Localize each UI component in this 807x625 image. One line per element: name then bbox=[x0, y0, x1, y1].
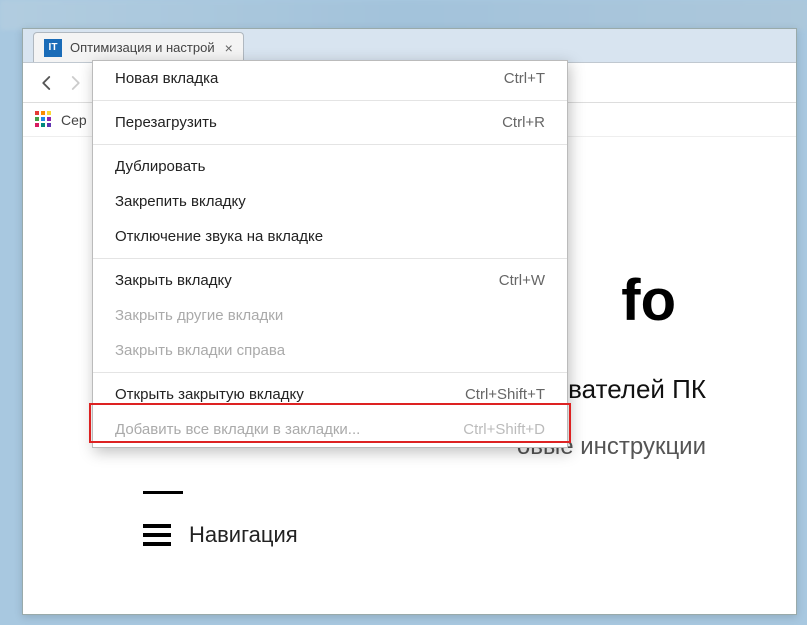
menu-item-label: Закрыть другие вкладки bbox=[115, 307, 283, 324]
menu-item-shortcut: Ctrl+Shift+D bbox=[443, 421, 545, 438]
menu-item-label: Дублировать bbox=[115, 158, 205, 175]
menu-item-shortcut: Ctrl+R bbox=[482, 114, 545, 131]
tab-context-menu: Новая вкладка Ctrl+T Перезагрузить Ctrl+R Ду… bbox=[92, 60, 568, 448]
divider-line bbox=[143, 491, 183, 494]
menu-item[interactable]: Дублировать bbox=[93, 149, 567, 184]
menu-item-label: Открыть закрытую вкладку bbox=[115, 386, 304, 403]
back-button[interactable] bbox=[33, 69, 61, 97]
tab-title: Оптимизация и настрой bbox=[70, 40, 215, 55]
menu-item-label: Отключение звука на вкладке bbox=[115, 228, 323, 245]
menu-separator bbox=[93, 100, 567, 101]
menu-item: Добавить все вкладки в закладки... Ctrl+S… bbox=[93, 412, 567, 447]
menu-item[interactable]: Отключение звука на вкладке bbox=[93, 219, 567, 254]
menu-item-shortcut: Ctrl+W bbox=[479, 272, 545, 289]
menu-item: Закрыть другие вкладки bbox=[93, 298, 567, 333]
menu-item-label: Новая вкладка bbox=[115, 70, 218, 87]
browser-tab[interactable]: IT Оптимизация и настрой × bbox=[33, 32, 244, 62]
menu-item[interactable]: Закрыть вкладку Ctrl+W bbox=[93, 263, 567, 298]
tab-strip: IT Оптимизация и настрой × bbox=[23, 29, 796, 63]
menu-item-shortcut: Ctrl+Shift+T bbox=[445, 386, 545, 403]
menu-separator bbox=[93, 144, 567, 145]
menu-separator bbox=[93, 258, 567, 259]
menu-item-label: Закрепить вкладку bbox=[115, 193, 246, 210]
menu-item-shortcut: Ctrl+T bbox=[484, 70, 545, 87]
menu-item[interactable]: Перезагрузить Ctrl+R bbox=[93, 105, 567, 140]
apps-grid-icon[interactable] bbox=[35, 111, 53, 129]
bookmarks-label[interactable]: Сер bbox=[61, 112, 87, 128]
menu-item: Закрыть вкладки справа bbox=[93, 333, 567, 368]
menu-item-label: Добавить все вкладки в закладки... bbox=[115, 421, 360, 438]
menu-item[interactable]: Новая вкладка Ctrl+T bbox=[93, 61, 567, 96]
forward-button bbox=[61, 69, 89, 97]
menu-separator bbox=[93, 372, 567, 373]
navigation-section[interactable]: Навигация bbox=[143, 522, 736, 548]
background-app-menubar bbox=[0, 0, 807, 30]
close-tab-icon[interactable]: × bbox=[225, 40, 233, 56]
hamburger-icon[interactable] bbox=[143, 524, 171, 546]
menu-item-label: Закрыть вкладку bbox=[115, 272, 232, 289]
tab-favicon-icon: IT bbox=[44, 39, 62, 57]
menu-item[interactable]: Закрепить вкладку bbox=[93, 184, 567, 219]
menu-item-label: Перезагрузить bbox=[115, 114, 217, 131]
menu-item-label: Закрыть вкладки справа bbox=[115, 342, 285, 359]
menu-item[interactable]: Открыть закрытую вкладку Ctrl+Shift+T bbox=[93, 377, 567, 412]
navigation-label: Навигация bbox=[189, 522, 298, 548]
